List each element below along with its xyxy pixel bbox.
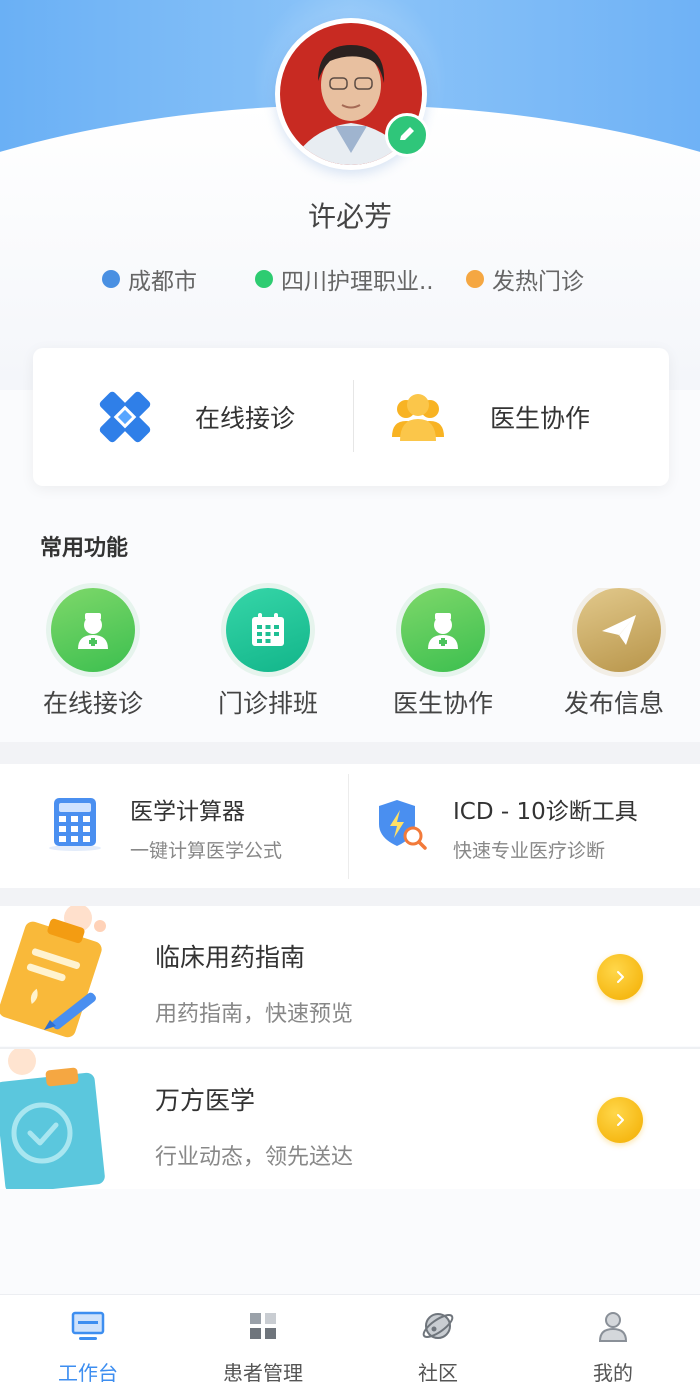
tab-community[interactable]: 社区	[368, 1295, 508, 1392]
nurse-icon	[51, 588, 135, 672]
chevron-right-icon[interactable]	[597, 1097, 643, 1143]
profile-tags: 成都市 四川护理职业.. 发热门诊	[100, 262, 640, 296]
doctor-name: 许必芳	[307, 200, 392, 233]
guide-title: 万方医学	[155, 1086, 256, 1115]
tool-title: ICD - 10诊断工具	[453, 799, 638, 825]
tool-subtitle: 一键计算医学公式	[130, 840, 283, 862]
tool-title: 医学计算器	[130, 799, 245, 825]
tab-label: 我的	[593, 1361, 633, 1385]
guide-subtitle: 行业动态，领先送达	[155, 1145, 354, 1170]
blue-dot-icon	[102, 270, 120, 288]
tag-city: 成都市	[102, 262, 197, 296]
paper-plane-icon	[577, 588, 661, 672]
pencil-icon	[400, 127, 414, 140]
func-online-consult[interactable]: 在线接诊	[13, 588, 173, 720]
doctor-collab-button[interactable]: 医生协作	[388, 348, 590, 486]
tool-icd10[interactable]: ICD - 10诊断工具 快速专业医疗诊断	[349, 764, 700, 888]
medical-cross-icon	[99, 391, 151, 443]
planet-icon	[422, 1313, 454, 1339]
tab-patients[interactable]: 患者管理	[193, 1295, 333, 1392]
section-title-common: 常用功能	[40, 536, 129, 561]
quick-action-label: 在线接诊	[195, 404, 296, 433]
chevron-right-icon[interactable]	[597, 954, 643, 1000]
clipboard-check-icon	[0, 1049, 105, 1189]
section-separator	[0, 742, 700, 764]
tab-label: 社区	[418, 1361, 458, 1385]
tool-subtitle: 快速专业医疗诊断	[453, 840, 606, 862]
guide-subtitle: 用药指南，快速预览	[155, 1002, 354, 1027]
people-icon	[392, 394, 444, 441]
calculator-icon	[49, 798, 101, 851]
func-label: 医生协作	[392, 689, 493, 718]
guide-wanfang[interactable]: 万方医学 行业动态，领先送达	[0, 1049, 700, 1189]
guide-title: 临床用药指南	[155, 943, 306, 972]
tag-label: 成都市	[128, 269, 197, 295]
tab-mine[interactable]: 我的	[543, 1295, 683, 1392]
grid-icon	[250, 1313, 276, 1339]
tab-workbench[interactable]: 工作台	[18, 1295, 158, 1392]
nurse-icon	[401, 588, 485, 672]
func-schedule[interactable]: 门诊排班	[188, 588, 348, 720]
green-dot-icon	[255, 270, 273, 288]
func-doctor-collab[interactable]: 医生协作	[363, 588, 523, 720]
tools-row: 医学计算器 一键计算医学公式 ICD - 10诊断工具 快速专业医疗诊断	[0, 764, 700, 888]
online-consult-button[interactable]: 在线接诊	[93, 348, 295, 486]
clipboard-pen-icon	[0, 906, 106, 1038]
func-label: 门诊排班	[217, 689, 318, 718]
tab-label: 患者管理	[223, 1361, 303, 1385]
func-publish[interactable]: 发布信息	[538, 588, 700, 720]
quick-actions-card: 在线接诊 医生协作	[33, 348, 669, 486]
tool-medical-calculator[interactable]: 医学计算器 一键计算医学公式	[0, 764, 348, 888]
calendar-icon	[226, 588, 310, 672]
divider	[353, 380, 354, 452]
edit-avatar-button[interactable]	[385, 113, 429, 157]
guide-clinical-drug[interactable]: 临床用药指南 用药指南，快速预览	[0, 906, 700, 1046]
func-label: 发布信息	[564, 689, 665, 718]
tab-label: 工作台	[58, 1361, 118, 1385]
tag-department: 发热门诊	[466, 262, 584, 296]
quick-action-label: 医生协作	[490, 404, 591, 433]
tag-label: 四川护理职业..	[281, 269, 434, 295]
section-separator	[0, 888, 700, 906]
tag-label: 发热门诊	[492, 269, 584, 295]
desktop-icon	[71, 1311, 105, 1340]
shield-search-icon	[379, 800, 427, 850]
func-label: 在线接诊	[42, 689, 143, 718]
user-icon	[598, 1312, 628, 1342]
tag-hospital: 四川护理职业..	[255, 262, 434, 296]
orange-dot-icon	[466, 270, 484, 288]
bottom-tab-bar: 工作台 患者管理 社区 我的	[0, 1294, 700, 1392]
